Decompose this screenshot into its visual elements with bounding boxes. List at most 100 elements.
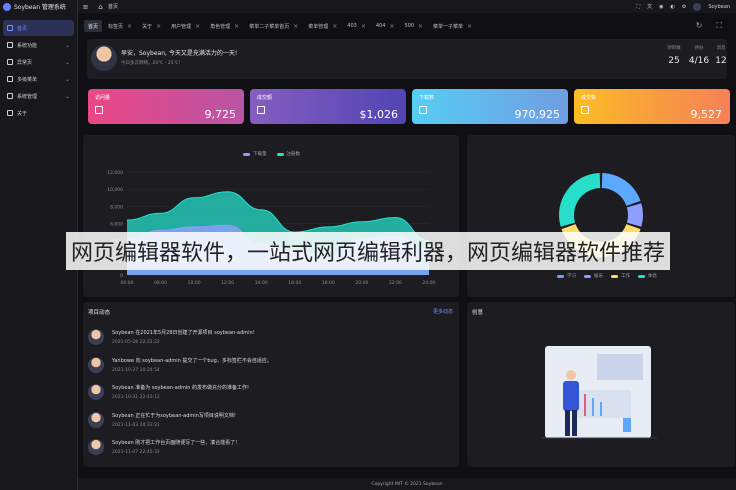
- theme-toggle-icon[interactable]: ◐: [670, 4, 674, 10]
- avatar: [88, 329, 104, 345]
- github-icon[interactable]: ◉: [659, 4, 663, 10]
- tab[interactable]: 菜单管理 ×: [304, 20, 341, 32]
- legend-label: 工作: [621, 274, 630, 279]
- legend-label: 娱乐: [594, 274, 603, 279]
- activity-title: Soybean 准备为 soybean-admin 的发布做充分的准备工作!: [112, 385, 250, 391]
- metric-label: 下载数: [419, 95, 435, 101]
- tab[interactable]: 标签页 ×: [104, 20, 136, 32]
- activity-date: 2021-10-27 10:24:54: [112, 367, 160, 373]
- app-title: Soybean 管理系统: [14, 4, 66, 11]
- legend-item[interactable]: 学习: [557, 273, 576, 279]
- stat-value: 12: [715, 56, 727, 66]
- close-icon[interactable]: ×: [418, 23, 423, 30]
- menu-toggle-icon[interactable]: ≡: [82, 3, 89, 11]
- list-item[interactable]: Soybean 刚才把工作台页面随便写了一些，凑合能看了! 2021-11-07 …: [88, 436, 454, 458]
- activity-title: Soybean 刚才把工作台页面随便写了一些，凑合能看了!: [112, 440, 238, 446]
- tab[interactable]: 角色管理 ×: [206, 20, 243, 32]
- close-icon[interactable]: ×: [389, 23, 394, 30]
- sidebar-item[interactable]: 系统功能 ⌄: [3, 37, 74, 53]
- creative-illustration: [542, 346, 657, 439]
- footer: Copyright MIT © 2021 Soybean: [78, 478, 736, 490]
- metric-label: 访问量: [95, 95, 111, 101]
- illustration-person-leg: [572, 410, 577, 436]
- list-item[interactable]: Yanbowe 向 soybean-admin 提交了一个bug，多标签栏不会自…: [88, 354, 454, 376]
- close-icon[interactable]: ×: [234, 23, 239, 30]
- tab-label: 404: [375, 23, 386, 29]
- user-avatar[interactable]: [693, 2, 702, 11]
- donut-slice[interactable]: [626, 203, 643, 227]
- language-icon[interactable]: 文: [647, 3, 652, 10]
- refresh-icon[interactable]: ↻: [696, 21, 703, 31]
- function-icon: [7, 42, 13, 48]
- watermark-overlay: 网页编辑器软件，一站式网页编辑利器，网页编辑器软件推荐: [66, 232, 670, 270]
- section-title: 项目动态: [88, 310, 111, 316]
- tab[interactable]: 菜单一子菜单 ×: [429, 20, 476, 32]
- tab[interactable]: 404 ×: [372, 20, 399, 32]
- user-name[interactable]: Soybean: [708, 4, 730, 10]
- app-logo[interactable]: Soybean 管理系统: [0, 0, 77, 13]
- donut-chart-card: 学习 娱乐 工作 休息: [467, 135, 735, 297]
- activity-date: 2021-05-28 22:22:22: [112, 340, 160, 345]
- legend-swatch: [638, 274, 645, 278]
- tab-label: 标签页: [108, 23, 124, 30]
- area-chart-card: 下载量 注册数 12,00010,0008,0006,0004,0002,000…: [83, 135, 459, 297]
- breadcrumb[interactable]: 首页: [108, 3, 118, 10]
- close-icon[interactable]: ×: [361, 23, 366, 30]
- project-activity-card: 项目动态 更多动态 Soybean 在2021年5月28日创建了开源项目 soy…: [83, 302, 459, 467]
- x-tick-label: 12:00: [221, 280, 234, 286]
- sidebar-item[interactable]: 关于: [3, 105, 74, 121]
- sidebar-item[interactable]: 系统管理 ⌄: [3, 88, 74, 104]
- close-icon[interactable]: ×: [293, 23, 298, 30]
- menu-icon: [7, 76, 13, 82]
- list-item[interactable]: Soybean 在2021年5月28日创建了开源项目 soybean-admin…: [88, 326, 454, 348]
- tab[interactable]: 菜单二子菜单首页 ×: [245, 20, 302, 32]
- avatar: [88, 439, 104, 455]
- list-item[interactable]: Soybean 准备为 soybean-admin 的发布做充分的准备工作! 20…: [88, 381, 454, 403]
- sidebar-item-label: 关于: [17, 110, 28, 117]
- more-activity-link[interactable]: 更多动态: [433, 308, 453, 315]
- metric-icon: [581, 106, 589, 114]
- illustration-person-body: [563, 381, 579, 411]
- metric-label: 成交额: [257, 95, 273, 101]
- tab[interactable]: 关于 ×: [138, 20, 165, 32]
- fullscreen-icon[interactable]: ⛶: [637, 4, 641, 10]
- settings-icon: [7, 93, 13, 99]
- tab-label: 菜单二子菜单首页: [249, 23, 290, 30]
- legend-label: 休息: [648, 274, 657, 279]
- tab[interactable]: 用户管理 ×: [167, 20, 204, 32]
- close-icon[interactable]: ×: [156, 23, 161, 30]
- tab-label: 用户管理: [171, 23, 192, 30]
- sidebar-item[interactable]: 首页: [3, 20, 74, 36]
- close-icon[interactable]: ×: [332, 23, 337, 30]
- home-icon: [7, 25, 13, 31]
- sidebar-item[interactable]: 多级菜单 ⌄: [3, 71, 74, 87]
- legend-item[interactable]: 休息: [638, 273, 657, 279]
- close-icon[interactable]: ×: [467, 23, 472, 30]
- legend-item[interactable]: 工作: [611, 273, 630, 279]
- home-icon: ⌂: [98, 2, 103, 11]
- fullscreen-tab-icon[interactable]: ⛶: [716, 21, 722, 31]
- donut-slice[interactable]: [601, 173, 641, 206]
- chevron-down-icon: ⌄: [64, 58, 70, 66]
- donut-slice[interactable]: [559, 173, 601, 227]
- close-icon[interactable]: ×: [127, 23, 132, 30]
- avatar: [88, 356, 104, 373]
- close-icon[interactable]: ×: [195, 23, 200, 30]
- tab[interactable]: 首页: [84, 20, 103, 32]
- avatar: [91, 45, 117, 71]
- tab[interactable]: 403 ×: [343, 20, 370, 32]
- metric-value: 970,925: [514, 108, 561, 121]
- x-tick-label: 08:00: [154, 280, 167, 286]
- metric-value: $1,026: [359, 108, 399, 121]
- metric-card: 成交数 9,527: [574, 89, 730, 124]
- greeting-card: 早安，Soybean, 今天又是充满活力的一天! 今日多云转晴，20℃ - 25…: [87, 39, 727, 79]
- tab-label: 500: [404, 23, 414, 29]
- tab-label: 关于: [142, 23, 153, 30]
- tab[interactable]: 500 ×: [400, 20, 427, 32]
- sidebar-item[interactable]: 异常页 ⌄: [3, 54, 74, 70]
- x-tick-label: 14:00: [255, 280, 268, 286]
- legend-item[interactable]: 娱乐: [584, 273, 603, 279]
- list-item[interactable]: Soybean 正在忙于为soybean-admin写项目说明文档! 2021-1…: [88, 409, 454, 431]
- x-tick-label: 10:00: [188, 280, 201, 286]
- settings-icon[interactable]: ⚙: [682, 4, 686, 10]
